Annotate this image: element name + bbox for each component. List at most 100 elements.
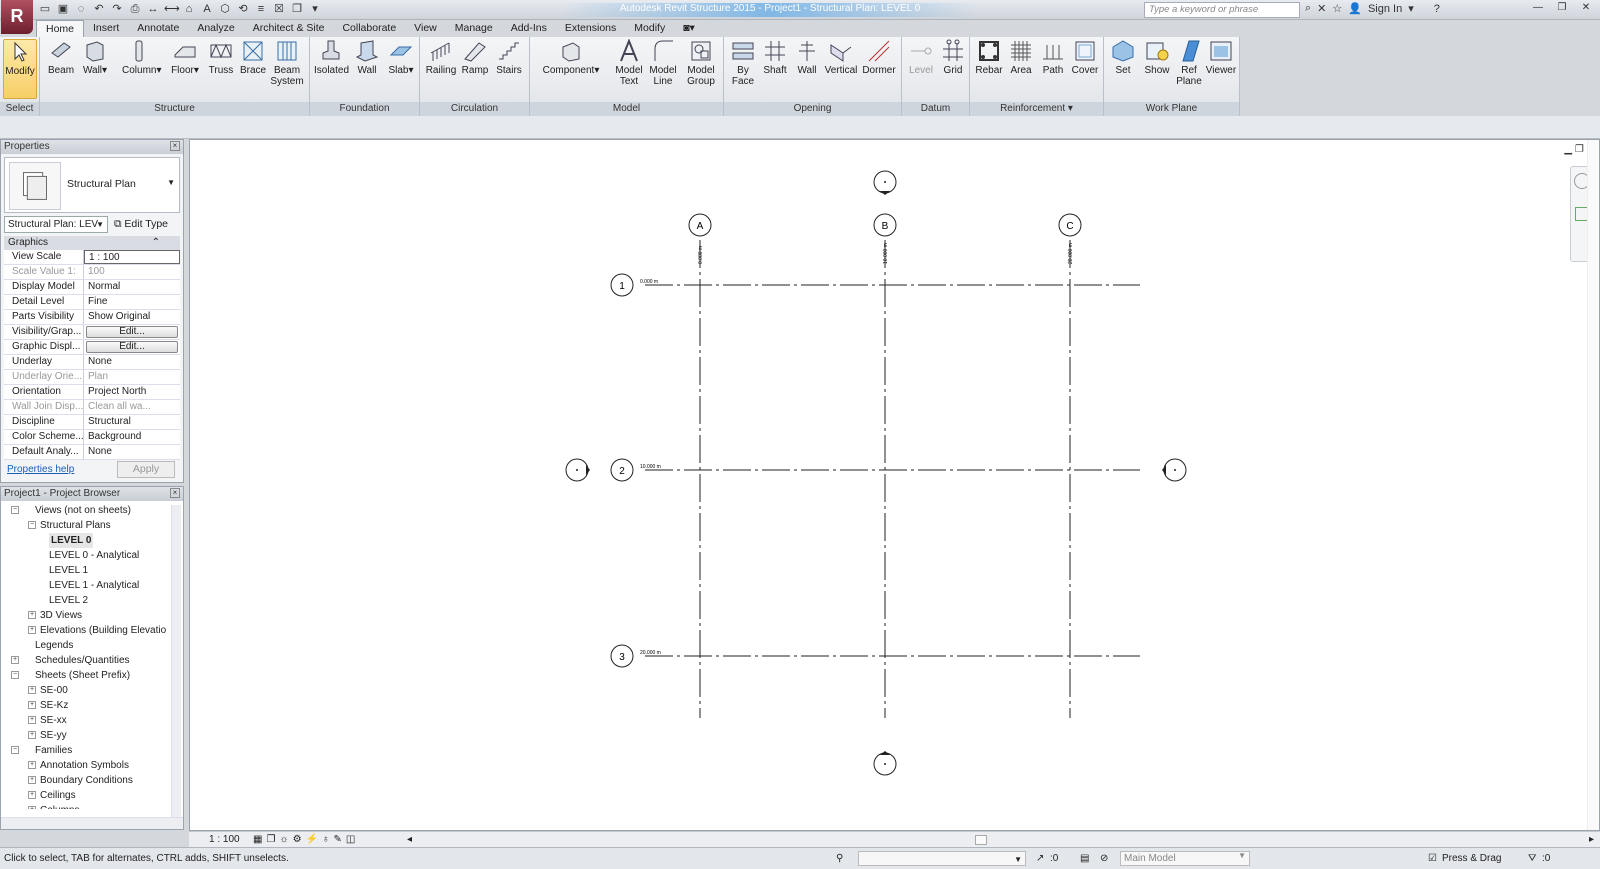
reinforcement-panel-label[interactable]: Reinforcement ▾ — [970, 102, 1103, 116]
type-selector[interactable]: Structural Plan ▼ — [4, 157, 180, 213]
beam-button[interactable]: Beam — [44, 39, 78, 76]
by-face-button[interactable]: By Face — [726, 39, 760, 87]
view-hscroll-thumb[interactable] — [975, 835, 987, 845]
expand-icon[interactable]: + — [28, 716, 36, 724]
property-row[interactable]: Graphic Displ... Edit... — [4, 340, 180, 355]
structural-plan-canvas[interactable]: A0.000 mB10.000 mC20.000 m1 0.000 m2 10.00… — [190, 140, 1599, 830]
expand-icon[interactable]: + — [28, 731, 36, 739]
property-row[interactable]: View Scale 1 : 100 — [4, 250, 180, 265]
expand-icon[interactable]: + — [28, 761, 36, 769]
property-row[interactable]: Underlay Orie... Plan — [4, 370, 180, 385]
search-input[interactable]: Type a keyword or phrase — [1144, 2, 1300, 18]
property-row[interactable]: Scale Value 1: 100 — [4, 265, 180, 280]
component-button[interactable]: Component▾ — [538, 39, 604, 76]
property-row[interactable]: Parts Visibility Show Original — [4, 310, 180, 325]
browser-item[interactable]: + Ceilings — [1, 788, 183, 803]
property-value[interactable]: 1 : 100 — [84, 250, 180, 264]
expand-icon[interactable]: + — [28, 686, 36, 694]
apply-button[interactable]: Apply — [117, 461, 175, 478]
workset-selector[interactable]: ▼ — [858, 851, 1026, 866]
truss-button[interactable]: Truss — [204, 39, 238, 76]
property-value[interactable]: Normal — [84, 280, 180, 294]
dimension-icon[interactable]: ⟷ — [164, 2, 180, 16]
close-icon[interactable]: × — [170, 488, 180, 498]
opening-wall-button[interactable]: Wall — [790, 39, 824, 76]
path-button[interactable]: Path — [1036, 39, 1070, 76]
favorites-icon[interactable]: ☆ — [1332, 2, 1342, 15]
grid-button[interactable]: Grid — [936, 39, 970, 76]
browser-item[interactable]: +3D Views — [1, 608, 183, 623]
tab-extensions[interactable]: Extensions — [556, 20, 625, 37]
collapse-icon[interactable]: − — [11, 671, 19, 679]
close-icon[interactable]: × — [170, 141, 180, 151]
tab-view[interactable]: View — [405, 20, 446, 37]
browser-item[interactable]: + Columns — [1, 803, 183, 809]
tab-collaborate[interactable]: Collaborate — [333, 20, 405, 37]
browser-item[interactable]: LEVEL 0 - Analytical — [1, 548, 183, 563]
isolated-button[interactable]: Isolated — [314, 39, 349, 76]
expand-icon[interactable]: + — [11, 656, 19, 664]
view-scale[interactable]: 1 : 100 — [209, 832, 240, 847]
beam-system-button[interactable]: Beam System — [270, 39, 304, 87]
close-icon[interactable]: ✕ — [1576, 1, 1596, 15]
browser-item[interactable]: + SE-yy — [1, 728, 183, 743]
undo-icon[interactable]: ↶ — [92, 2, 106, 16]
browser-item[interactable]: + SE-Kz — [1, 698, 183, 713]
browser-item[interactable]: + SE-xx — [1, 713, 183, 728]
property-value[interactable]: Show Original — [84, 310, 180, 324]
print-icon[interactable]: ⎙ — [128, 2, 142, 16]
binoculars-icon[interactable]: ⌕ — [1305, 2, 1311, 15]
help-icon[interactable]: ? — [1434, 3, 1440, 15]
tab-architect-site[interactable]: Architect & Site — [244, 20, 334, 37]
edit-button[interactable]: Edit... — [86, 341, 178, 353]
scroll-right-icon[interactable]: ▸ — [1589, 832, 1594, 847]
tag-icon[interactable]: ⌂ — [182, 2, 196, 16]
browser-item[interactable]: + SE-00 — [1, 683, 183, 698]
tab-manage[interactable]: Manage — [446, 20, 502, 37]
model-line-button[interactable]: Model Line — [646, 39, 680, 87]
properties-help-link[interactable]: Properties help — [7, 464, 74, 475]
property-value[interactable]: None — [84, 445, 180, 459]
browser-item[interactable]: − Sheets (Sheet Prefix) — [1, 668, 183, 683]
expand-icon[interactable]: + — [28, 626, 36, 634]
instance-selector[interactable]: Structural Plan: LEV ▼ — [4, 216, 108, 233]
browser-item[interactable]: − Structural Plans — [1, 518, 183, 533]
measure-icon[interactable]: ↔ — [146, 2, 160, 16]
customize-qat-icon[interactable]: ▾ — [308, 2, 322, 16]
browser-scrollbar[interactable] — [171, 505, 181, 817]
foundation-wall-button[interactable]: Wall — [350, 39, 384, 76]
application-menu-button[interactable]: R — [1, 0, 33, 34]
collapse-icon[interactable]: − — [11, 746, 19, 754]
property-row[interactable]: Wall Join Disp... Clean all wa... — [4, 400, 180, 415]
switch-windows-icon[interactable]: ❐ — [290, 2, 304, 16]
property-value[interactable]: None — [84, 355, 180, 369]
design-options-icon[interactable]: ▤ — [1080, 848, 1089, 869]
browser-item[interactable]: + Annotation Symbols — [1, 758, 183, 773]
chevron-down-icon[interactable]: ▼ — [167, 178, 175, 187]
property-row[interactable]: Detail Level Fine — [4, 295, 180, 310]
editing-requests-icon[interactable]: ↗ — [1036, 848, 1044, 869]
sync-icon[interactable]: ◌ — [74, 2, 88, 16]
expand-icon[interactable]: + — [28, 791, 36, 799]
view-controls-icons[interactable]: ▦❐☼⚙⚡♁✎◫ — [253, 832, 359, 847]
close-hidden-icon[interactable]: ☒ — [272, 2, 286, 16]
3d-view-icon[interactable]: ⬡ — [218, 2, 232, 16]
drawing-area[interactable]: A 0.000 m B 10.000 m C 20.000 m 1 0.000 m 2 10.00… — [189, 139, 1600, 831]
property-row[interactable]: Orientation Project North — [4, 385, 180, 400]
chevron-down-icon[interactable]: ▾ — [1408, 2, 1414, 15]
expand-icon[interactable]: + — [28, 806, 36, 809]
exclude-options-icon[interactable]: ⊘ — [1100, 848, 1108, 869]
restore-icon[interactable]: ❐ — [1575, 144, 1584, 155]
browser-item[interactable]: + Schedules/Quantities — [1, 653, 183, 668]
tab-annotate[interactable]: Annotate — [128, 20, 188, 37]
dormer-button[interactable]: Dormer — [862, 39, 896, 76]
property-value[interactable]: 100 — [84, 265, 180, 279]
floor-button[interactable]: Floor▾ — [168, 39, 202, 76]
tab-home[interactable]: Home — [36, 20, 85, 37]
subscription-icon[interactable]: ✕ — [1317, 2, 1326, 15]
tab-insert[interactable]: Insert — [84, 20, 128, 37]
property-row[interactable]: Discipline Structural — [4, 415, 180, 430]
property-value[interactable]: Plan — [84, 370, 180, 384]
property-row[interactable]: Display Model Normal — [4, 280, 180, 295]
property-value[interactable]: Background — [84, 430, 180, 444]
